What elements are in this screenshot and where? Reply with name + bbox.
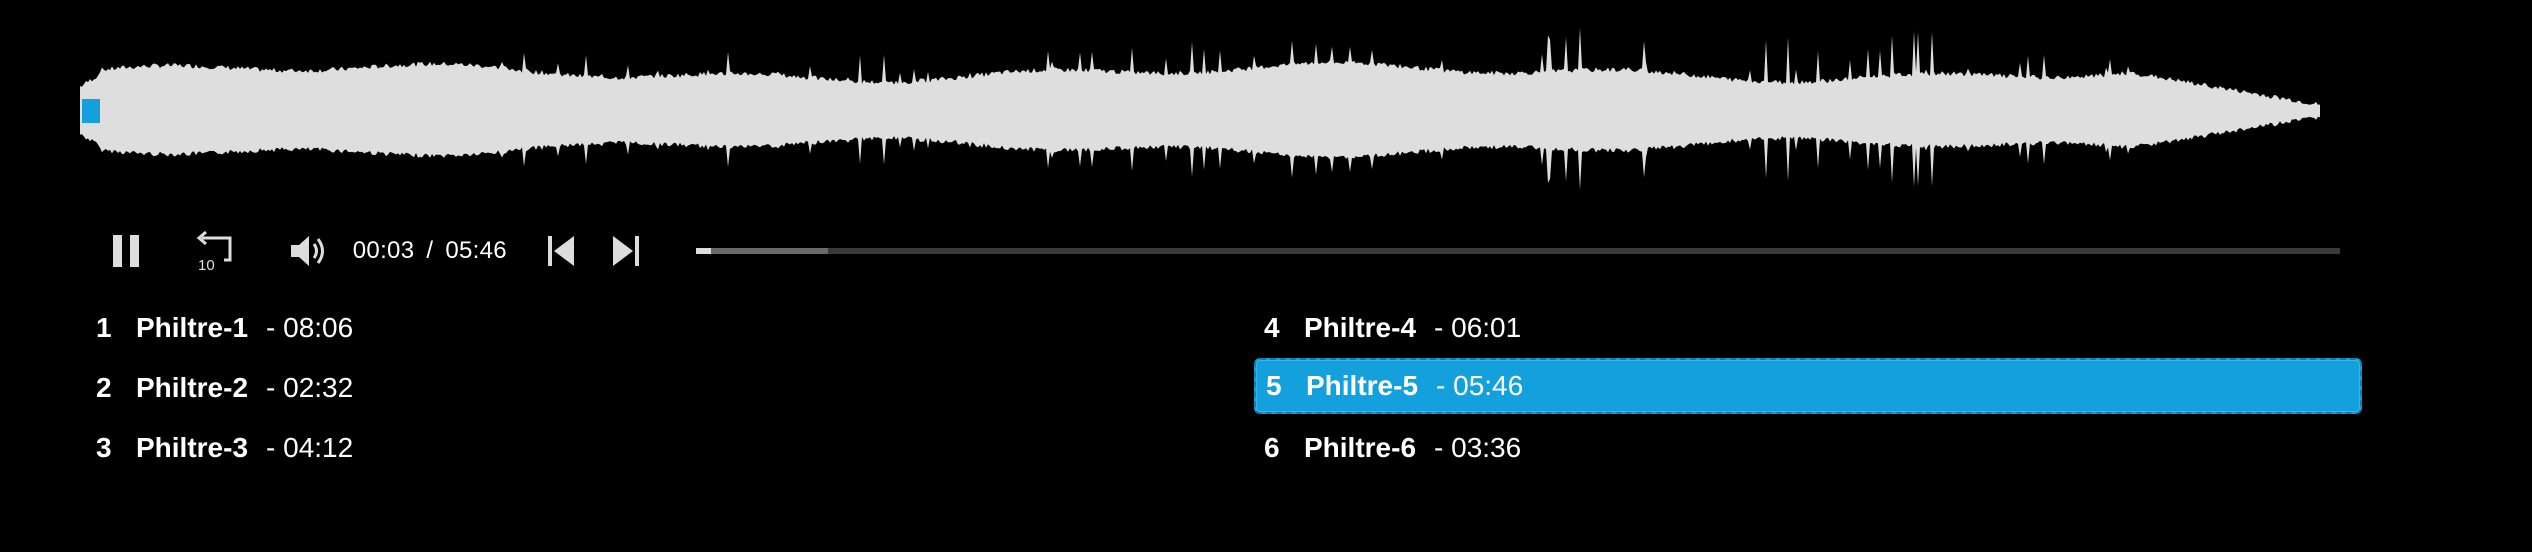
track-duration: - 04:12 bbox=[266, 432, 354, 463]
replay-10-icon: 10 bbox=[197, 230, 232, 272]
volume-icon bbox=[290, 236, 324, 266]
time-separator: / bbox=[426, 237, 434, 264]
track-duration: - 08:06 bbox=[266, 312, 354, 343]
track-name: Philtre-2 bbox=[136, 372, 249, 403]
playlist-item[interactable]: 3 Philtre-3 - 04:12 bbox=[86, 420, 646, 476]
playlist-item[interactable]: 6 Philtre-6 - 03:36 bbox=[1254, 420, 2362, 476]
replay-10-button[interactable]: 10 bbox=[186, 228, 246, 274]
track-name: Philtre-6 bbox=[1304, 432, 1417, 463]
progress-buffered bbox=[696, 248, 828, 254]
player-controls: 10 00:03 / 05:46 bbox=[100, 228, 2340, 274]
playlist-item[interactable]: 4 Philtre-4 - 06:01 bbox=[1254, 300, 2362, 356]
waveform-graphic[interactable] bbox=[80, 8, 2350, 218]
track-number: 2 bbox=[96, 372, 112, 403]
previous-track-button[interactable] bbox=[541, 228, 581, 274]
time-display: 00:03 / 05:46 bbox=[353, 237, 507, 265]
track-name: Philtre-5 bbox=[1306, 370, 1419, 401]
track-name: Philtre-4 bbox=[1304, 312, 1417, 343]
track-number: 4 bbox=[1264, 312, 1280, 343]
track-duration: - 03:36 bbox=[1434, 432, 1522, 463]
track-number: 1 bbox=[96, 312, 112, 343]
playlist-item[interactable]: 1 Philtre-1 - 08:06 bbox=[86, 300, 646, 356]
waveform-playhead[interactable] bbox=[82, 99, 100, 123]
track-duration: - 06:01 bbox=[1434, 312, 1522, 343]
skip-next-icon bbox=[613, 236, 640, 266]
progress-played bbox=[696, 248, 712, 254]
playlist-item[interactable]: 2 Philtre-2 - 02:32 bbox=[86, 360, 646, 416]
waveform-shape bbox=[80, 27, 2320, 191]
track-name: Philtre-1 bbox=[136, 312, 249, 343]
total-time: 05:46 bbox=[445, 237, 507, 264]
track-number: 5 bbox=[1266, 370, 1282, 401]
track-name: Philtre-3 bbox=[136, 432, 249, 463]
track-number: 3 bbox=[96, 432, 112, 463]
current-time: 00:03 bbox=[352, 237, 415, 264]
next-track-button[interactable] bbox=[607, 228, 647, 274]
track-duration: - 05:46 bbox=[1436, 370, 1524, 401]
waveform[interactable] bbox=[80, 8, 2350, 218]
pause-icon bbox=[112, 235, 139, 267]
replay-10-label: 10 bbox=[198, 257, 215, 272]
volume-button[interactable] bbox=[285, 228, 335, 274]
pause-button[interactable] bbox=[100, 228, 152, 274]
progress-bar[interactable] bbox=[696, 248, 2340, 254]
skip-previous-icon bbox=[547, 236, 574, 266]
playlist-item-active[interactable]: 5 Philtre-5 - 05:46 bbox=[1254, 358, 2362, 414]
track-duration: - 02:32 bbox=[266, 372, 354, 403]
track-number: 6 bbox=[1264, 432, 1280, 463]
audio-player: 10 00:03 / 05:46 1 Philtre-1 - 08:06 2 P… bbox=[0, 0, 2532, 552]
